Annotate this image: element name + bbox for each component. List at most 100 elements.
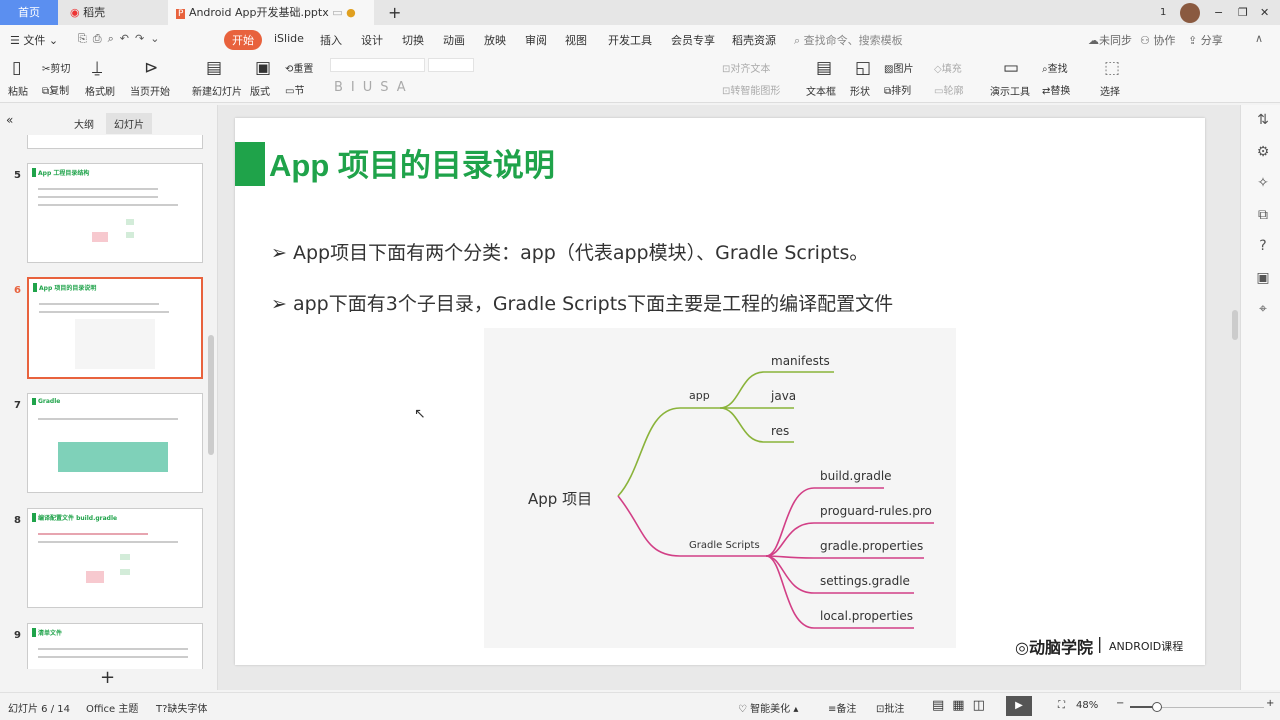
zoom-slider-thumb[interactable] [1152, 702, 1162, 712]
tab-daoke[interactable]: ◉ 稻壳 [62, 0, 166, 25]
settings-icon[interactable]: ⚙ [1255, 137, 1271, 169]
slide-thumbnail-6[interactable]: App 项目的目录说明 [27, 277, 203, 379]
menu-developer[interactable]: 开发工具 [608, 32, 652, 48]
fill-label: 填充 [941, 64, 962, 75]
arrange-button[interactable]: ⧉排列 [884, 82, 911, 97]
play-slideshow-button[interactable]: ▶ [1006, 696, 1032, 716]
view-buttons[interactable]: ▤▦◫ [932, 698, 993, 713]
thumbnail-title: 编译配置文件 build.gradle [32, 513, 117, 522]
right-toolbar-icons[interactable]: ⇅ ⚙ ✧ ⧉? ▣ ⌖ [1255, 105, 1271, 326]
menu-review[interactable]: 审阅 [525, 32, 547, 48]
add-slide-button[interactable]: + [100, 667, 115, 688]
share-button[interactable]: ⇪ 分享 [1188, 32, 1223, 48]
sync-button[interactable]: ☁未同步 [1088, 32, 1132, 48]
zoom-in-button[interactable]: + [1266, 698, 1274, 709]
format-painter-icon: ⍊ [92, 58, 103, 78]
slide-thumbnail-5[interactable]: App 工程目录结构 [27, 163, 203, 263]
menu-member[interactable]: 会员专享 [671, 32, 715, 48]
missing-font-button[interactable]: T?缺失字体 [156, 700, 207, 715]
slide-thumbnail-partial[interactable] [27, 135, 203, 149]
mindmap-local-properties: local.properties [820, 609, 914, 623]
command-search[interactable]: ⌕ 查找命令、搜索模板 [794, 32, 903, 48]
menu-animation[interactable]: 动画 [443, 32, 465, 48]
notes-button[interactable]: ≡备注 [828, 700, 856, 715]
font-name-select[interactable] [330, 58, 425, 72]
menu-view[interactable]: 视图 [565, 32, 587, 48]
layout-button[interactable]: 版式 [250, 83, 270, 98]
bullet-text: app下面有3个子目录，Gradle Scripts下面主要是工程的编译配置文件 [292, 293, 894, 315]
menu-slideshow[interactable]: 放映 [484, 32, 506, 48]
font-style-buttons[interactable]: BIUSA [334, 80, 414, 95]
restore-button[interactable]: ❐ [1230, 0, 1248, 25]
zoom-out-button[interactable]: − [1116, 698, 1124, 709]
tab-slides[interactable]: 幻灯片 [106, 113, 152, 134]
reset-button[interactable]: ⟲重置 [285, 60, 313, 75]
smart-art-button[interactable]: ⊡转智能图形 [722, 82, 780, 97]
help-icon[interactable]: ? [1255, 231, 1271, 263]
align-text-button[interactable]: ⊡对齐文本 [722, 60, 770, 75]
slide-title: App 项目的目录说明 [269, 148, 555, 183]
format-painter-button[interactable]: 格式刷 [85, 83, 115, 98]
quick-access-icons[interactable]: ⎘⎙⌕↶↷⌄ [78, 32, 165, 46]
close-button[interactable]: ✕ [1252, 0, 1269, 25]
shape-button[interactable]: 形状 [850, 83, 870, 98]
copy-button[interactable]: ⧉复制 [42, 82, 69, 97]
window-count[interactable]: 1 [1152, 0, 1166, 25]
slide[interactable]: App 项目的目录说明 ➢ App项目下面有两个分类：app（代表app模块）、… [235, 118, 1205, 665]
file-label: 文件 [23, 34, 46, 47]
property-icon[interactable]: ⇅ [1255, 105, 1271, 137]
mindmap-root: App 项目 [528, 490, 593, 508]
thumbnail-title: Gradle [32, 398, 60, 405]
menu-insert[interactable]: 插入 [320, 32, 342, 48]
panel-scrollbar[interactable] [208, 335, 214, 455]
location-icon[interactable]: ⌖ [1255, 294, 1271, 326]
paste-button[interactable]: 粘贴 [8, 83, 28, 98]
tab-document[interactable]: P Android App开发基础.pptx ▭ ● [168, 0, 374, 25]
collab-button[interactable]: ⚇ 协作 [1140, 32, 1175, 48]
tab-home[interactable]: 首页 [0, 0, 58, 25]
find-button[interactable]: ⌕查找 [1042, 60, 1068, 75]
mindmap-java: java [771, 389, 797, 403]
file-menu[interactable]: ☰ 文件 ⌄ [10, 32, 58, 48]
avatar[interactable] [1180, 3, 1200, 23]
font-size-select[interactable] [428, 58, 474, 72]
new-tab-button[interactable]: + [380, 0, 401, 25]
play-current-button[interactable]: 当页开始 [130, 83, 170, 98]
textbox-button[interactable]: 文本框 [806, 83, 836, 98]
fill-button[interactable]: ◇填充 [934, 60, 962, 75]
bullet-text: App项目下面有两个分类：app（代表app模块）、Gradle Scripts… [292, 242, 869, 264]
right-toolbar: ⇅ ⚙ ✧ ⧉? ▣ ⌖ [1240, 105, 1280, 690]
present-tools-button[interactable]: 演示工具 [990, 83, 1030, 98]
collapse-ribbon-icon[interactable]: ∧ [1255, 32, 1263, 45]
theme-name[interactable]: Office 主题 [86, 700, 138, 715]
tab-outline[interactable]: 大纲 [74, 116, 94, 131]
menu-transition[interactable]: 切换 [402, 32, 424, 48]
picture-button[interactable]: ▨图片 [884, 60, 913, 75]
menu-bar: ☰ 文件 ⌄ ⎘⎙⌕↶↷⌄ 开始 iSlide 插入 设计 切换 动画 放映 审… [0, 25, 1280, 53]
comment-button[interactable]: ⊡批注 [876, 700, 904, 715]
slide-thumbnail-9[interactable]: 清单文件 [27, 623, 203, 669]
new-slide-button[interactable]: 新建幻灯片 [192, 83, 242, 98]
section-button[interactable]: ▭节 [285, 82, 304, 97]
minimize-button[interactable]: − [1206, 0, 1223, 25]
replace-button[interactable]: ⇄替换 [1042, 82, 1070, 97]
outline-button[interactable]: ▭轮廓 [934, 82, 963, 97]
copy-icon[interactable]: ⧉ [1255, 200, 1271, 232]
fit-window-icon[interactable]: ⛶ [1058, 700, 1065, 711]
menu-design[interactable]: 设计 [361, 32, 383, 48]
cut-button[interactable]: ✂剪切 [42, 60, 70, 75]
canvas-scrollbar[interactable] [1232, 310, 1238, 340]
copy-label: 复制 [49, 86, 70, 97]
image-icon[interactable]: ▣ [1255, 263, 1271, 295]
collapse-panel-icon[interactable]: « [6, 113, 13, 127]
tab-bar: 首页 ◉ 稻壳 P Android App开发基础.pptx ▭ ● + 1 −… [0, 0, 1280, 25]
menu-islide[interactable]: iSlide [274, 32, 304, 45]
slide-thumbnail-7[interactable]: Gradle [27, 393, 203, 493]
zoom-level[interactable]: 48% [1076, 700, 1098, 711]
beautify-button[interactable]: ♡ 智能美化 ▴ [738, 700, 798, 715]
menu-start[interactable]: 开始 [224, 30, 262, 50]
animation-icon[interactable]: ✧ [1255, 168, 1271, 200]
slide-thumbnail-8[interactable]: 编译配置文件 build.gradle [27, 508, 203, 608]
select-button[interactable]: 选择 [1100, 83, 1120, 98]
menu-daoke-resources[interactable]: 稻壳资源 [732, 32, 776, 48]
